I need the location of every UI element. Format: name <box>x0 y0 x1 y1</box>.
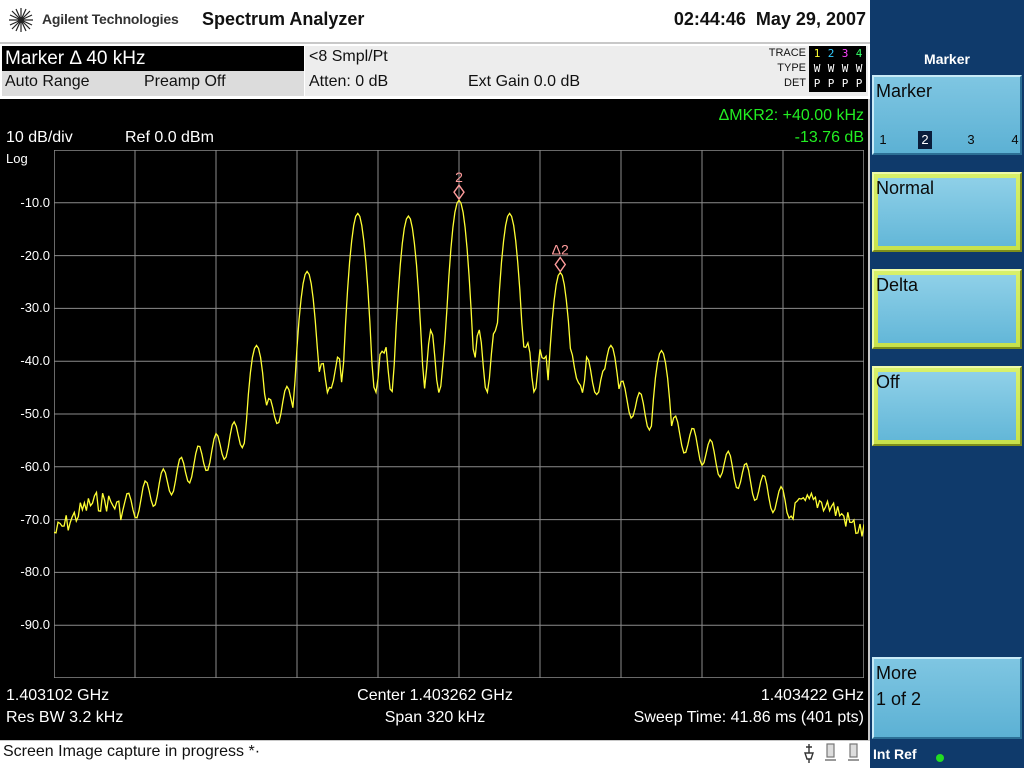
trace-detector: P <box>827 77 835 90</box>
trace-detector: P <box>813 77 821 90</box>
marker-label: 2 <box>455 169 463 185</box>
samples-per-point: <8 Smpl/Pt <box>309 48 388 65</box>
marker-number-4: 4 <box>1011 132 1019 147</box>
stop-frequency: 1.403422 GHz <box>760 687 864 704</box>
y-axis-tick-label: -70.0 <box>20 511 50 527</box>
y-axis-tick-label: -10.0 <box>20 194 50 210</box>
markers: 2 Δ2 <box>453 169 569 273</box>
softkey-more-page: 1 of 2 <box>876 689 922 709</box>
softkey-off-label: Off <box>876 372 900 392</box>
detector-label: DET <box>784 77 806 89</box>
resolution-bandwidth: Res BW 3.2 kHz <box>6 709 124 726</box>
softkey-delta-label: Delta <box>876 275 919 295</box>
status-message: Screen Image capture in progress *· <box>3 743 261 760</box>
time: 02:44:46 <box>673 9 746 29</box>
y-axis-tick-label: -50.0 <box>20 406 50 421</box>
reference-level: Ref 0.0 dBm <box>125 129 214 146</box>
marker-label: Δ2 <box>552 241 569 257</box>
softkey-more-label: More <box>876 663 918 683</box>
delta-marker-amplitude: -13.76 dB <box>794 129 864 146</box>
softkey-off[interactable]: Off <box>872 366 1022 446</box>
marker-number-3: 3 <box>967 132 975 147</box>
marker-number-2: 2 <box>918 131 932 149</box>
delta-marker-frequency: ΔMKR2: +40.00 kHz <box>718 107 864 124</box>
trace-label: TRACE <box>768 47 806 59</box>
y-axis-labels: -10.0 -20.0 -30.0 -40.0 -50.0 -60.0 -70.0 -80.0… <box>0 0 54 740</box>
y-axis-tick-label: -30.0 <box>20 300 50 316</box>
trace-number: 2 <box>827 47 835 60</box>
trace-number: 1 <box>813 47 821 60</box>
softkey-delta[interactable]: Delta <box>872 269 1022 349</box>
probe-icon <box>804 744 814 763</box>
reference-source: Int Ref <box>873 746 917 762</box>
menu-title: Marker <box>924 51 970 67</box>
timestamp: 02:44:46 May 29, 2007 <box>600 9 866 30</box>
sweep-time: Sweep Time: 41.86 ms (401 pts) <box>633 709 864 726</box>
start-frequency: 1.403102 GHz <box>6 687 110 704</box>
y-axis-tick-label: -20.0 <box>20 247 50 263</box>
softkey-normal-label: Normal <box>876 178 935 198</box>
softkey-normal[interactable]: Normal <box>872 172 1022 252</box>
trace-detector: P <box>855 77 863 90</box>
trace-number: 3 <box>841 47 849 60</box>
softkey-marker-label: Marker <box>876 81 933 101</box>
softkey-marker-select[interactable]: Marker 1 2 3 4 <box>872 75 1022 155</box>
brand-name: Agilent Technologies <box>42 11 179 27</box>
trace-type: W <box>813 62 821 75</box>
external-gain: Ext Gain 0.0 dB <box>468 73 581 90</box>
marker-diamond-icon <box>554 256 567 273</box>
reference-led-icon <box>936 754 944 762</box>
date: May 29, 2007 <box>755 9 866 29</box>
y-axis-tick-label: -60.0 <box>20 458 50 474</box>
spectrum-plot[interactable]: 2 Δ2 <box>54 150 864 678</box>
status-indicators <box>804 743 859 763</box>
marker-number-1: 1 <box>879 132 887 147</box>
graticule <box>54 150 864 678</box>
trace-type: W <box>841 62 849 75</box>
y-axis-tick-label: -40.0 <box>20 353 50 369</box>
trace-type: W <box>855 62 863 75</box>
y-axis-tick-label: -90.0 <box>20 617 50 633</box>
center-frequency: Center 1.403262 GHz <box>357 687 513 704</box>
attenuation: Atten: 0 dB <box>309 73 389 90</box>
softkey-more[interactable]: More 1 of 2 <box>872 657 1022 739</box>
app-title: Spectrum Analyzer <box>202 9 365 29</box>
trace-number: 4 <box>855 47 863 60</box>
y-axis-tick-label: -80.0 <box>20 564 50 580</box>
type-label: TYPE <box>777 62 806 74</box>
delta-marker[interactable]: Δ2 <box>552 241 569 273</box>
trace-status-grid: 1234WWWWPPPP <box>809 46 866 92</box>
trace-type: W <box>827 62 835 75</box>
storage-icon <box>826 743 858 758</box>
preamp-status: Preamp Off <box>144 73 226 90</box>
trace-detector: P <box>841 77 849 90</box>
frequency-span: Span 320 kHz <box>384 709 486 726</box>
